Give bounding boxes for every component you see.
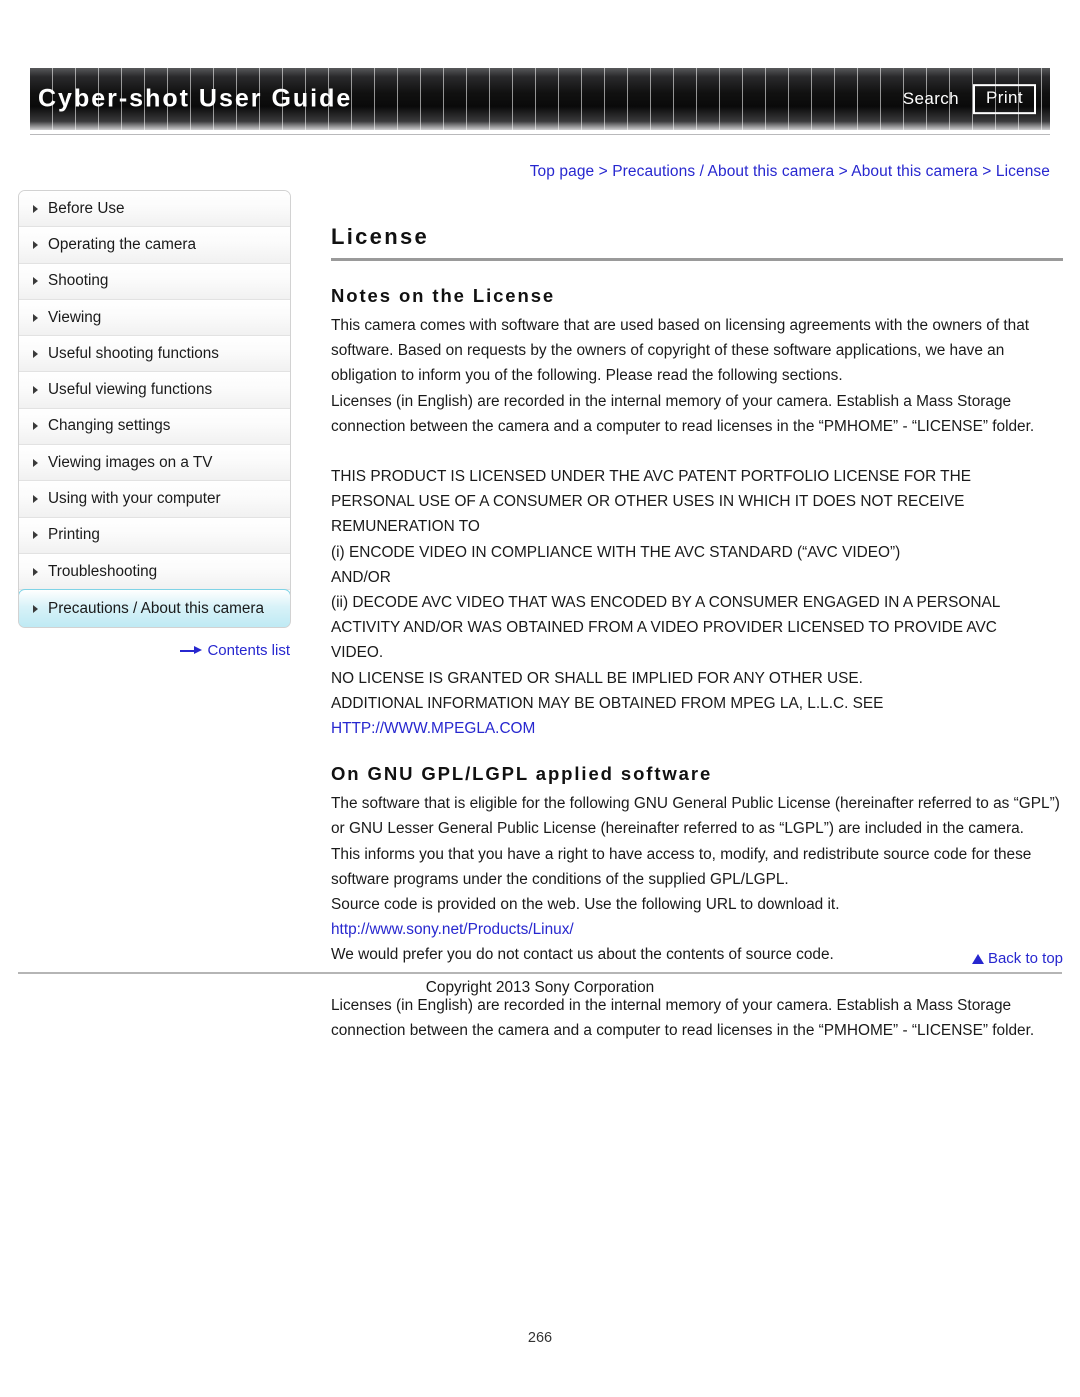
notes-paragraph-2: Licenses (in English) are recorded in th… — [331, 392, 1035, 435]
triangle-right-icon — [33, 349, 38, 358]
closing-paragraph: Licenses (in English) are recorded in th… — [331, 996, 1035, 1039]
sidebar-item-label: Precautions / About this camera — [48, 599, 264, 617]
sidebar-item-label: Viewing — [48, 308, 102, 326]
site-header: Cyber-shot User Guide Search Print — [30, 68, 1050, 138]
triangle-up-icon — [971, 954, 984, 964]
sidebar-item-useful-viewing-functions[interactable]: Useful viewing functions — [19, 372, 290, 409]
sidebar-item-printing[interactable]: Printing — [19, 517, 290, 554]
search-link[interactable]: Search — [903, 89, 959, 109]
sidebar-item-viewing[interactable]: Viewing — [19, 299, 290, 337]
sidebar-item-label: Useful shooting functions — [48, 344, 219, 362]
sidebar-item-useful-shooting-functions[interactable]: Useful shooting functions — [19, 336, 290, 373]
notes-on-the-license-heading: Notes on the License — [331, 285, 556, 306]
sidebar: Before Use Operating the camera Shooting… — [18, 190, 291, 659]
sidebar-item-troubleshooting[interactable]: Troubleshooting — [19, 553, 290, 591]
gnu-paragraph-2: This informs you that you have a right t… — [331, 845, 1032, 888]
avc-line-6: (ii) DECODE AVC VIDEO THAT WAS ENCODED B… — [331, 594, 1001, 612]
sidebar-item-before-use[interactable]: Before Use — [19, 191, 290, 228]
sidebar-item-shooting[interactable]: Shooting — [19, 263, 290, 300]
header-actions: Search Print — [903, 84, 1036, 114]
avc-line-7: ACTIVITY AND/OR WAS OBTAINED FROM A VIDE… — [331, 619, 997, 637]
sony-url-link[interactable]: http://www.sony.net/Products/Linux/ — [331, 921, 574, 938]
avc-line-3: REMUNERATION TO — [331, 518, 480, 536]
back-to-top-label: Back to top — [987, 950, 1063, 967]
sidebar-item-precautions-about-this-camera[interactable]: Precautions / About this camera — [19, 589, 290, 628]
triangle-right-icon — [33, 422, 38, 431]
gnu-paragraph-1: The software that is eligible for the fo… — [331, 795, 1060, 838]
avc-line-5: AND/OR — [331, 568, 391, 586]
triangle-right-icon — [33, 277, 38, 286]
avc-line-9: NO LICENSE IS GRANTED OR SHALL BE IMPLIE… — [331, 669, 863, 687]
mpegla-url-link[interactable]: HTTP://WWW.MPEGLA.COM — [331, 720, 535, 737]
sidebar-nav-list: Before Use Operating the camera Shooting… — [18, 190, 291, 629]
gnu-paragraph-3: Source code is provided on the web. Use … — [331, 896, 840, 914]
triangle-right-icon — [33, 604, 38, 613]
main-content: License Notes on the License This camera… — [331, 224, 1063, 1043]
triangle-right-icon — [33, 531, 38, 540]
triangle-right-icon — [33, 386, 38, 395]
back-to-top-link[interactable]: Back to top — [331, 950, 1063, 967]
sidebar-item-label: Viewing images on a TV — [48, 453, 213, 471]
triangle-right-icon — [33, 240, 38, 249]
breadcrumb[interactable]: Top page > Precautions / About this came… — [530, 163, 1050, 181]
site-title: Cyber-shot User Guide — [38, 84, 353, 113]
triangle-right-icon — [33, 458, 38, 467]
sidebar-item-viewing-images-on-a-tv[interactable]: Viewing images on a TV — [19, 445, 290, 482]
triangle-right-icon — [33, 313, 38, 322]
avc-line-1: THIS PRODUCT IS LICENSED UNDER THE AVC P… — [331, 468, 971, 486]
avc-line-8: VIDEO. — [331, 644, 384, 662]
sidebar-item-using-with-your-computer[interactable]: Using with your computer — [19, 481, 290, 518]
copyright-text: Copyright 2013 Sony Corporation — [425, 979, 655, 996]
title-divider — [331, 258, 1063, 261]
page-number: 266 — [527, 1330, 553, 1346]
contents-list-label: Contents list — [207, 642, 290, 660]
sidebar-item-changing-settings[interactable]: Changing settings — [19, 408, 290, 446]
triangle-right-icon — [33, 204, 38, 213]
page-title: License — [331, 224, 430, 249]
gnu-gpl-lgpl-heading: On GNU GPL/LGPL applied software — [331, 763, 713, 785]
notes-paragraph-1: This camera comes with software that are… — [331, 317, 1030, 385]
sidebar-item-label: Changing settings — [48, 417, 171, 435]
avc-line-4: (i) ENCODE VIDEO IN COMPLIANCE WITH THE … — [331, 543, 901, 561]
avc-line-10: ADDITIONAL INFORMATION MAY BE OBTAINED F… — [331, 694, 884, 712]
sidebar-item-label: Before Use — [48, 199, 125, 217]
header-divider — [30, 134, 1050, 135]
header-bar: Cyber-shot User Guide Search Print — [30, 68, 1050, 130]
sidebar-item-label: Operating the camera — [48, 235, 196, 253]
arrow-right-icon — [180, 646, 203, 655]
triangle-right-icon — [33, 495, 38, 504]
print-button[interactable]: Print — [973, 84, 1036, 114]
contents-list-link[interactable]: Contents list — [18, 642, 291, 659]
sidebar-item-operating-the-camera[interactable]: Operating the camera — [19, 227, 290, 264]
sidebar-item-label: Printing — [48, 526, 100, 544]
sidebar-item-label: Useful viewing functions — [48, 381, 213, 399]
sidebar-item-label: Using with your computer — [48, 490, 221, 508]
avc-line-2: PERSONAL USE OF A CONSUMER OR OTHER USES… — [331, 493, 965, 511]
sidebar-item-label: Troubleshooting — [48, 562, 158, 580]
sidebar-item-label: Shooting — [48, 272, 109, 290]
triangle-right-icon — [33, 567, 38, 576]
